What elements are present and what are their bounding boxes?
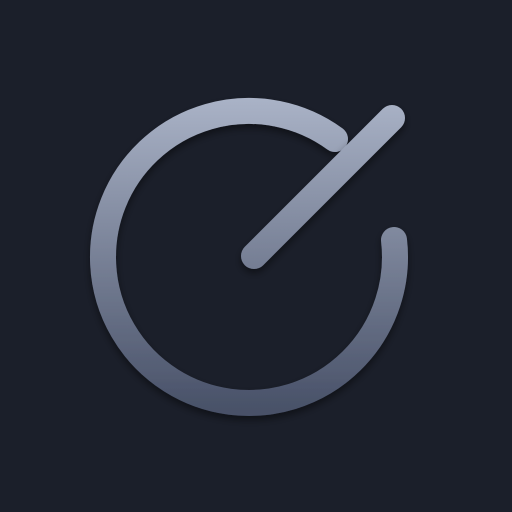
app-icon (0, 0, 512, 512)
dial-gauge-icon (90, 97, 408, 416)
